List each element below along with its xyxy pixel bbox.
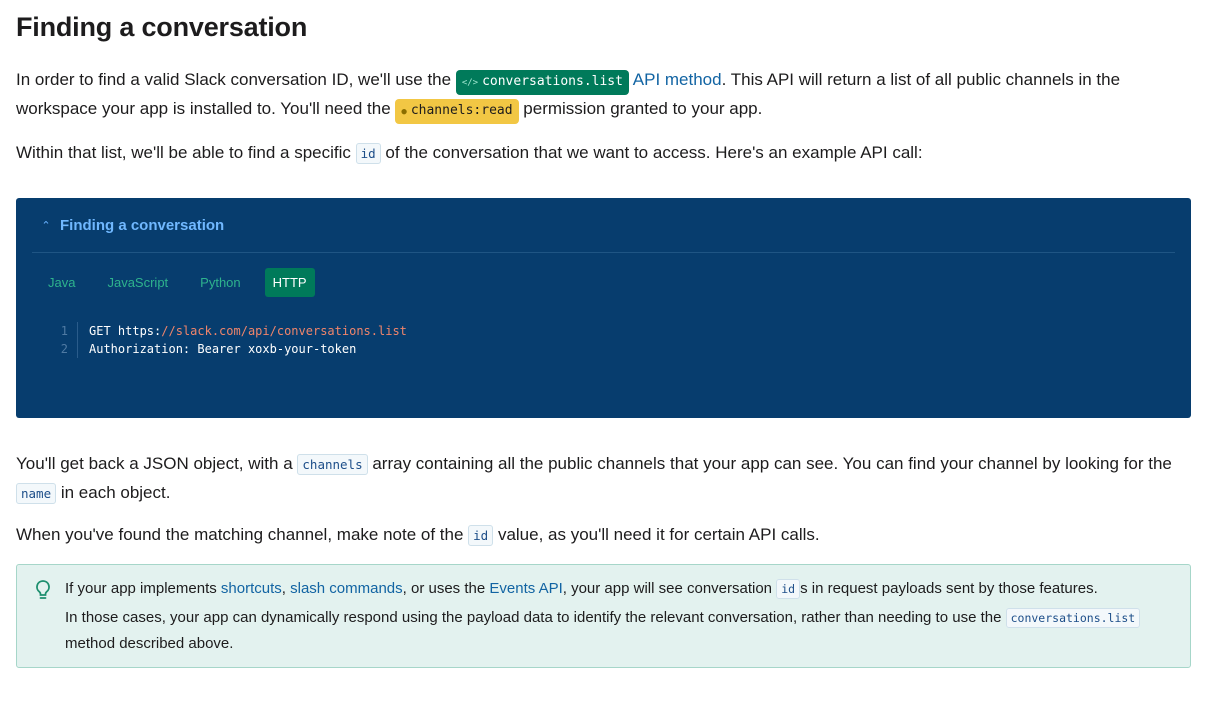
inline-code-conversations-list: conversations.list	[1005, 608, 1141, 628]
tip-text: s in request payloads sent by those feat…	[800, 580, 1098, 597]
code-example-panel: ⌃ Finding a conversation Java JavaScript…	[16, 198, 1191, 418]
code-line: 1 GET https://slack.com/api/conversation…	[54, 322, 407, 340]
code-text: Authorization: Bearer xoxb-your-token	[89, 342, 357, 356]
inline-code-id: id	[468, 525, 494, 546]
chevron-up-icon[interactable]: ⌃	[32, 219, 60, 232]
doc-page: Finding a conversation In order to find …	[0, 0, 1207, 164]
method-badge[interactable]: </> conversations.list	[455, 70, 629, 95]
found-paragraph: When you've found the matching channel, …	[16, 521, 820, 550]
events-api-link[interactable]: Events API	[489, 580, 562, 597]
tip-text: ,	[281, 580, 291, 597]
within-text-1: Within that list, we'll be able to find …	[16, 143, 356, 162]
json-paragraph: You'll get back a JSON object, with a ch…	[16, 450, 1186, 508]
tip-text: , your app will see conversation	[562, 580, 777, 597]
intro-text-3: permission granted to your app.	[518, 99, 763, 118]
shortcuts-link[interactable]: shortcuts	[221, 580, 282, 597]
tip-line-2: In those cases, your app can dynamically…	[65, 605, 1155, 657]
code-text: GET https:	[89, 324, 162, 338]
method-badge-label: conversations.list	[482, 74, 623, 89]
lock-icon: ●	[401, 107, 407, 117]
code-panel-title: Finding a conversation	[60, 216, 225, 234]
tab-http[interactable]: HTTP	[264, 268, 315, 297]
page-title: Finding a conversation	[16, 12, 308, 42]
inline-code-id: id	[776, 579, 801, 599]
intro-paragraph: In order to find a valid Slack conversat…	[16, 66, 1196, 124]
language-tabs: Java JavaScript Python HTTP	[40, 268, 331, 297]
tip-callout: If your app implements shortcuts, slash …	[16, 564, 1191, 668]
code-panel-header[interactable]: ⌃ Finding a conversation	[32, 198, 1175, 253]
within-text-2: of the conversation that we want to acce…	[380, 143, 923, 162]
lightbulb-icon	[34, 579, 52, 606]
inline-code-name: name	[16, 483, 57, 504]
within-paragraph: Within that list, we'll be able to find …	[16, 139, 923, 168]
code-line-content: Authorization: Bearer xoxb-your-token	[78, 340, 356, 358]
tip-text: method described above.	[65, 635, 234, 652]
tip-text: In those cases, your app can dynamically…	[65, 609, 1006, 626]
code-block: 1 GET https://slack.com/api/conversation…	[54, 322, 407, 358]
line-number: 2	[54, 340, 78, 358]
tab-python[interactable]: Python	[192, 268, 248, 297]
inline-code-channels: channels	[297, 454, 368, 475]
tab-javascript[interactable]: JavaScript	[99, 268, 176, 297]
json-text-1: You'll get back a JSON object, with a	[16, 454, 298, 473]
line-number: 1	[54, 322, 78, 340]
slash-commands-link[interactable]: slash commands	[290, 580, 403, 597]
tip-text: If your app implements	[65, 580, 221, 597]
code-line-content: GET https://slack.com/api/conversations.…	[78, 322, 407, 340]
tip-text: , or uses the	[402, 580, 490, 597]
found-text-2: value, as you'll need it for certain API…	[493, 525, 820, 544]
code-url: //slack.com/api/conversations.list	[161, 324, 407, 338]
code-icon: </>	[461, 78, 479, 88]
found-text-1: When you've found the matching channel, …	[16, 525, 469, 544]
json-text-3: in each object.	[56, 483, 171, 502]
code-line: 2 Authorization: Bearer xoxb-your-token	[54, 340, 407, 358]
tip-line-1: If your app implements shortcuts, slash …	[65, 576, 1098, 602]
scope-badge[interactable]: ● channels:read	[395, 99, 519, 124]
inline-code-id: id	[355, 143, 381, 164]
tab-java[interactable]: Java	[40, 268, 83, 297]
scope-badge-label: channels:read	[410, 103, 513, 118]
api-method-link[interactable]: API method	[633, 70, 722, 89]
json-text-2: array containing all the public channels…	[367, 454, 1172, 473]
intro-text-1: In order to find a valid Slack conversat…	[16, 70, 456, 89]
